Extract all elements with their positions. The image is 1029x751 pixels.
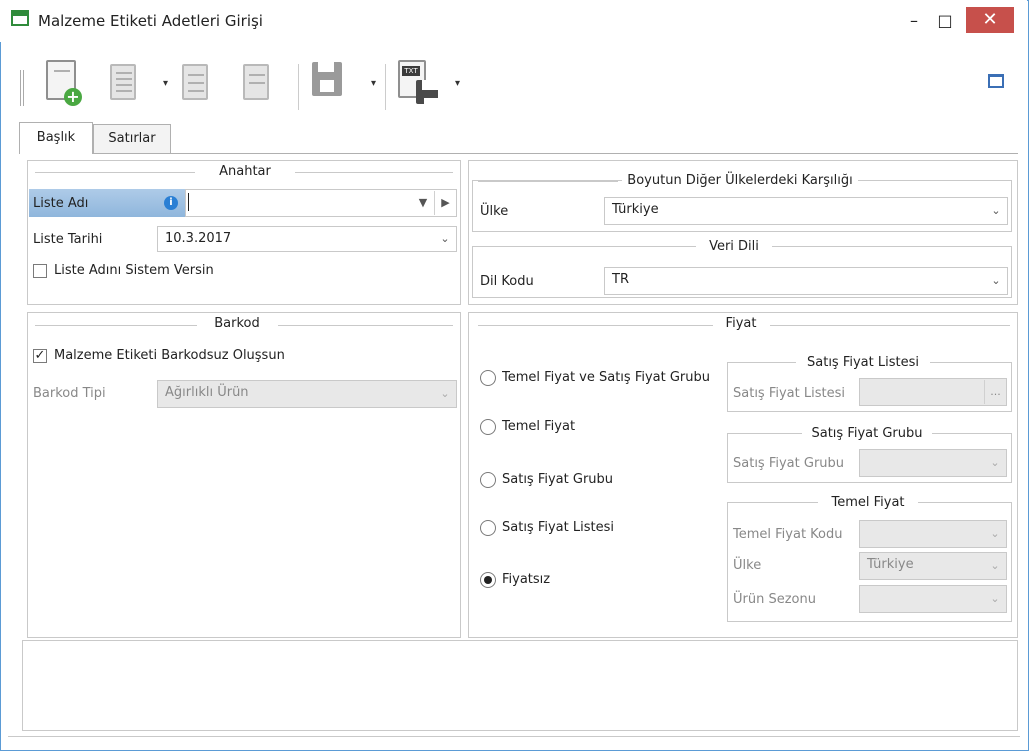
chevron-down-icon[interactable]: ⌄ — [985, 269, 1007, 293]
legend-line — [770, 325, 1010, 326]
sfl-legend: Satış Fiyat Listesi — [796, 355, 930, 371]
chevron-right-icon[interactable]: ▶ — [434, 191, 456, 215]
radio-selected-dot — [484, 576, 492, 584]
doc-line — [249, 82, 265, 84]
legend-line — [478, 181, 618, 182]
bottom-panel — [22, 640, 1018, 731]
sistem-versin-label: Liste Adını Sistem Versin — [54, 263, 214, 278]
tf-sezon-label: Ürün Sezonu — [733, 592, 816, 607]
radio-temel-satis-grubu-label: Temel Fiyat ve Satış Fiyat Grubu — [502, 370, 711, 385]
veri-dili-legend: Veri Dili — [696, 239, 772, 255]
dil-kodu-select[interactable]: TR — [604, 267, 1008, 295]
layout-icon[interactable] — [988, 74, 1004, 88]
ellipsis-button: ... — [984, 380, 1006, 404]
save-dropdown-icon[interactable]: ▾ — [371, 78, 376, 89]
tab-bar — [19, 153, 1018, 154]
barkod-legend: Barkod — [200, 316, 274, 332]
text-cursor — [188, 193, 189, 211]
save-icon — [312, 62, 342, 96]
close-button[interactable]: ✕ — [966, 7, 1014, 33]
radio-fiyatsiz-label: Fiyatsız — [502, 572, 551, 587]
sfl-label: Satış Fiyat Listesi — [733, 386, 845, 401]
chevron-down-icon: ⌄ — [990, 456, 1000, 469]
barkod-tipi-select: Ağırlıklı Ürün — [157, 380, 457, 408]
radio-satis-fiyat-listesi-label: Satış Fiyat Listesi — [502, 520, 614, 535]
ulke-select[interactable]: Türkiye — [604, 197, 1008, 225]
maximize-button[interactable]: □ — [930, 9, 960, 33]
radio-temel-fiyat[interactable] — [480, 419, 496, 435]
save-txt-icon — [416, 80, 438, 110]
txt-badge: TXT — [402, 66, 420, 76]
tab-satirlar[interactable]: Satırlar — [93, 124, 171, 153]
tab-baslik[interactable]: Başlık — [19, 122, 93, 154]
list-dropdown-icon[interactable]: ▾ — [163, 78, 168, 89]
toolbar-separator — [385, 64, 386, 110]
radio-satis-fiyat-grubu-label: Satış Fiyat Grubu — [502, 472, 614, 487]
chevron-down-icon[interactable]: ▼ — [412, 191, 434, 215]
doc-line — [188, 90, 204, 92]
doc-line — [249, 74, 265, 76]
radio-temel-fiyat-label: Temel Fiyat — [502, 419, 576, 434]
chevron-down-icon: ⌄ — [990, 527, 1000, 540]
chevron-down-icon[interactable]: ⌄ — [434, 227, 456, 251]
radio-satis-fiyat-listesi[interactable] — [480, 520, 496, 536]
export-dropdown-icon[interactable]: ▾ — [455, 78, 460, 89]
liste-tarihi-input[interactable]: 10.3.2017 — [157, 226, 457, 252]
legend-line — [295, 172, 453, 173]
status-strip — [8, 736, 1020, 744]
ulke-label: Ülke — [480, 204, 509, 219]
toolbar-grip[interactable] — [20, 70, 24, 106]
boyut-legend: Boyutun Diğer Ülkelerdeki Karşılığı — [622, 173, 858, 189]
radio-satis-fiyat-grubu[interactable] — [480, 472, 496, 488]
doc-line — [116, 72, 132, 74]
legend-line — [35, 172, 195, 173]
legend-line — [478, 325, 713, 326]
barkod-tipi-label: Barkod Tipi — [33, 386, 106, 401]
window-title: Malzeme Etiketi Adetleri Girişi — [38, 12, 263, 30]
sfg-label: Satış Fiyat Grubu — [733, 456, 845, 471]
legend-line — [35, 325, 197, 326]
doc-line — [188, 74, 204, 76]
tf-legend: Temel Fiyat — [818, 495, 918, 511]
add-icon: + — [64, 88, 82, 106]
chevron-down-icon: ⌄ — [990, 592, 1000, 605]
info-icon[interactable]: i — [164, 196, 178, 210]
detail-list-icon — [182, 64, 208, 100]
legend-line — [278, 325, 453, 326]
window-icon — [11, 10, 29, 26]
doc-line — [188, 82, 204, 84]
sistem-versin-checkbox[interactable] — [33, 264, 47, 278]
dil-kodu-label: Dil Kodu — [480, 274, 534, 289]
chevron-down-icon[interactable]: ⌄ — [985, 199, 1007, 223]
tf-ulke-label: Ülke — [733, 558, 762, 573]
fiyat-legend: Fiyat — [716, 316, 766, 332]
doc-line — [54, 70, 70, 72]
radio-temel-satis-grubu[interactable] — [480, 370, 496, 386]
anahtar-legend: Anahtar — [219, 164, 271, 179]
liste-tarihi-label: Liste Tarihi — [33, 232, 103, 247]
chevron-down-icon: ⌄ — [990, 559, 1000, 572]
minimize-button[interactable]: – — [899, 9, 929, 33]
toolbar-separator — [298, 64, 299, 110]
liste-adi-label: Liste Adı — [33, 196, 89, 211]
tf-kodu-label: Temel Fiyat Kodu — [733, 527, 843, 542]
sfg-legend: Satış Fiyat Grubu — [802, 426, 932, 442]
radio-fiyatsiz[interactable] — [480, 572, 496, 588]
chevron-down-icon: ⌄ — [440, 387, 450, 400]
doc-line — [116, 84, 132, 86]
barkodsuz-label: Malzeme Etiketi Barkodsuz Oluşsun — [54, 348, 285, 363]
doc-line — [116, 90, 132, 92]
doc-line — [116, 78, 132, 80]
add-row-icon — [243, 64, 269, 100]
list-icon — [110, 64, 136, 100]
barkodsuz-checkbox[interactable]: ✓ — [33, 349, 47, 363]
